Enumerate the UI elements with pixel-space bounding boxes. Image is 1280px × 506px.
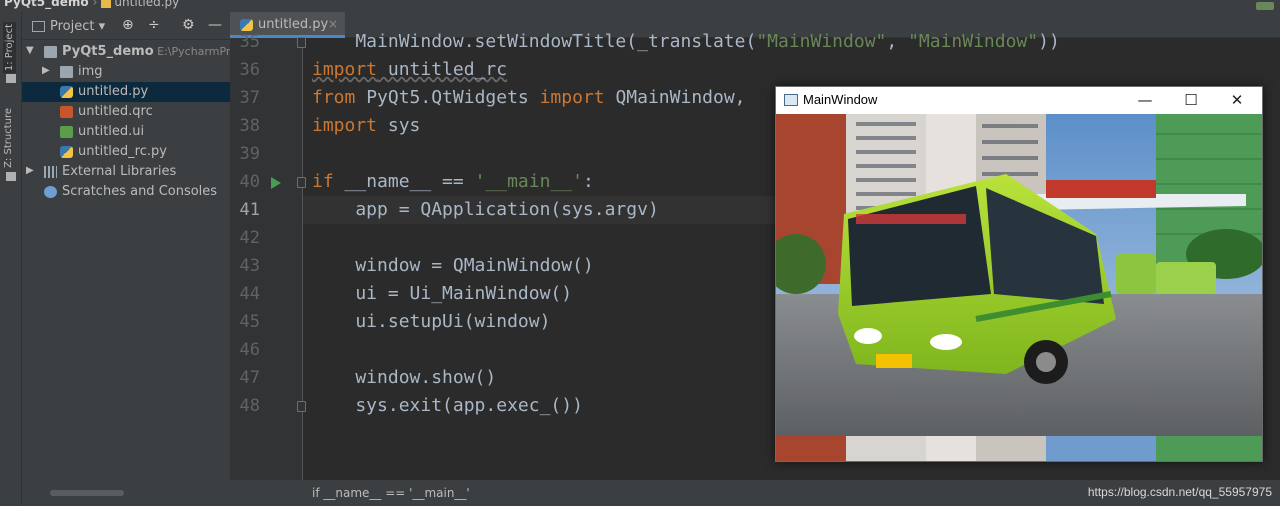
code-text: window.show() <box>312 367 497 388</box>
code-text: import sys <box>312 115 421 136</box>
status-indicator-icon <box>1256 2 1274 10</box>
chevron-down-icon[interactable]: ▼ <box>26 45 34 56</box>
code-text: app = QApplication(sys.argv) <box>312 199 659 220</box>
python-file-icon <box>101 0 112 8</box>
locate-icon[interactable]: ⊕ <box>122 17 134 33</box>
code-line[interactable]: 36 import untitled_rc <box>230 56 1280 84</box>
line-number: 35 <box>239 32 260 52</box>
project-tool-icon <box>6 74 16 83</box>
chevron-right-icon[interactable]: ▶ <box>26 165 34 176</box>
scratch-icon <box>44 186 57 198</box>
breadcrumb: PyQt5_demo › untitled.py <box>4 0 179 9</box>
line-number: 42 <box>239 228 260 248</box>
ui-icon <box>60 126 73 138</box>
close-button[interactable]: ✕ <box>1214 87 1260 113</box>
breadcrumb-project[interactable]: PyQt5_demo <box>4 0 89 9</box>
tree-item[interactable]: Scratches and Consoles <box>22 182 230 202</box>
tree-item-label: img <box>78 64 103 79</box>
maximize-button[interactable]: ☐ <box>1168 87 1214 113</box>
hide-panel-icon[interactable]: — <box>208 17 222 33</box>
tree-item-label: PyQt5_demo E:\PycharmPro <box>62 44 230 59</box>
scope-breadcrumb[interactable]: if __name__ == '__main__' <box>312 486 470 500</box>
py-icon <box>60 146 73 158</box>
tree-item[interactable]: untitled.ui <box>22 122 230 142</box>
line-number: 37 <box>239 88 260 108</box>
watermark: https://blog.csdn.net/qq_55957975 <box>1087 485 1272 499</box>
navigation-bar: PyQt5_demo › untitled.py <box>0 0 1280 12</box>
code-text: window = QMainWindow() <box>312 255 594 276</box>
chevron-down-icon: ▾ <box>98 19 106 34</box>
collapse-all-icon[interactable]: ÷ <box>148 17 160 33</box>
folder-icon <box>44 46 57 58</box>
window-title: MainWindow <box>803 92 878 107</box>
qrc-icon <box>60 106 73 118</box>
tree-item[interactable]: ▶ External Libraries <box>22 162 230 182</box>
breadcrumb-file[interactable]: untitled.py <box>114 0 179 9</box>
tree-item[interactable]: untitled_rc.py <box>22 142 230 162</box>
line-number: 38 <box>239 116 260 136</box>
bus-photo-tile <box>776 436 1262 461</box>
line-number: 40 <box>239 172 260 192</box>
window-app-icon <box>784 94 798 106</box>
project-panel: Project ▾ ⊕ ÷ ⚙ — ▼ PyQt5_demo E:\Pycharm… <box>22 12 230 506</box>
line-number: 47 <box>239 368 260 388</box>
code-text: ui.setupUi(window) <box>312 311 551 332</box>
tool-window-strip: 1: Project Z: Structure <box>0 12 22 506</box>
tree-item-label: External Libraries <box>62 164 177 179</box>
editor-breadcrumb-bar: if __name__ == '__main__' https://blog.c… <box>230 480 1280 506</box>
project-tree: ▼ PyQt5_demo E:\PycharmPro ▶ img untitled.py… <box>22 42 230 202</box>
structure-tool-icon <box>6 172 16 181</box>
code-text: sys.exit(app.exec_()) <box>312 395 583 416</box>
code-text: MainWindow.setWindowTitle(_translate("Ma… <box>312 31 1060 52</box>
minimize-button[interactable]: — <box>1122 87 1168 113</box>
line-number: 44 <box>239 284 260 304</box>
code-text: from PyQt5.QtWidgets import QMainWindow, <box>312 87 746 108</box>
line-number: 45 <box>239 312 260 332</box>
line-number: 46 <box>239 340 260 360</box>
line-number: 41 <box>239 200 260 220</box>
line-number: 36 <box>239 60 260 80</box>
project-path-hint: E:\PycharmPro <box>153 45 230 58</box>
structure-tool-button[interactable]: Z: Structure <box>3 108 14 168</box>
tree-item[interactable]: untitled.qrc <box>22 102 230 122</box>
code-text: if __name__ == '__main__': <box>312 171 594 192</box>
folder-icon <box>60 66 73 78</box>
folder-icon <box>32 21 45 32</box>
tree-item-label: untitled.qrc <box>78 104 153 119</box>
window-content <box>776 114 1262 461</box>
code-line[interactable]: 35 MainWindow.setWindowTitle(_translate(… <box>230 28 1280 56</box>
qt-main-window[interactable]: MainWindow — ☐ ✕ <box>775 86 1263 462</box>
fold-icon[interactable] <box>297 37 306 48</box>
tree-item-label: untitled.ui <box>78 124 145 139</box>
tree-item[interactable]: ▼ PyQt5_demo E:\PycharmPro <box>22 42 230 62</box>
lib-icon <box>44 166 57 178</box>
gear-icon[interactable]: ⚙ <box>182 17 195 33</box>
tree-item[interactable]: untitled.py <box>22 82 230 102</box>
project-view-selector[interactable]: Project ▾ <box>50 19 105 34</box>
horizontal-scrollbar[interactable] <box>50 490 124 496</box>
code-text: ui = Ui_MainWindow() <box>312 283 573 304</box>
window-titlebar[interactable]: MainWindow — ☐ ✕ <box>776 87 1262 113</box>
py-icon <box>60 86 73 98</box>
line-number: 43 <box>239 256 260 276</box>
tree-item-label: untitled_rc.py <box>78 144 167 159</box>
fold-icon[interactable] <box>297 401 306 412</box>
run-icon[interactable] <box>271 177 281 189</box>
code-text: import untitled_rc <box>312 59 508 80</box>
project-tool-button[interactable]: 1: Project <box>3 22 16 74</box>
tree-item-label: Scratches and Consoles <box>62 184 218 199</box>
line-number: 39 <box>239 144 260 164</box>
line-number: 48 <box>239 396 260 416</box>
fold-icon[interactable] <box>297 177 306 188</box>
project-panel-header: Project ▾ ⊕ ÷ ⚙ — <box>22 12 230 40</box>
bus-photo <box>776 114 1262 436</box>
tree-item-label: untitled.py <box>78 84 149 99</box>
tree-item[interactable]: ▶ img <box>22 62 230 82</box>
chevron-right-icon[interactable]: ▶ <box>42 65 50 76</box>
